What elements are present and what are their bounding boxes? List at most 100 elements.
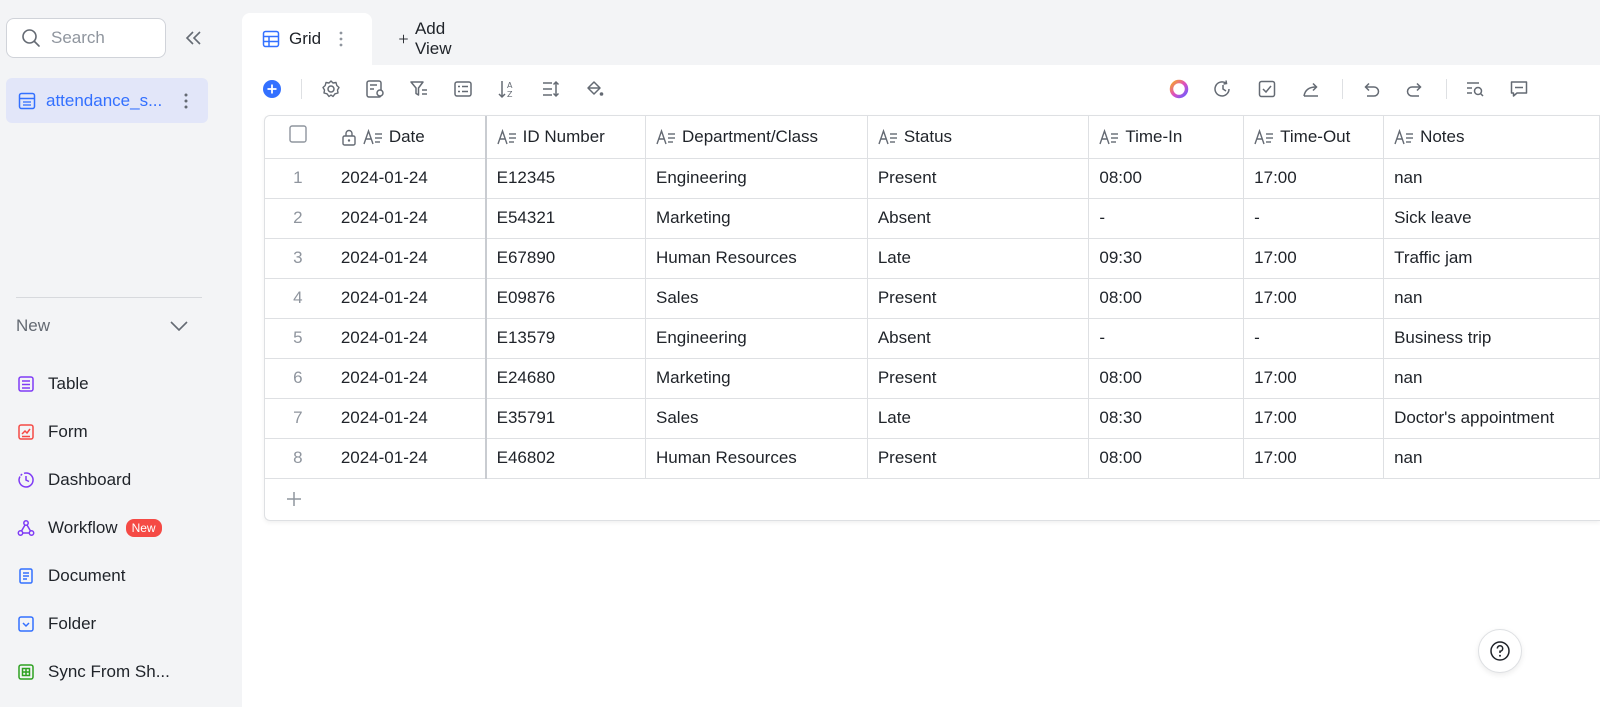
table-cell[interactable]: Traffic jam (1383, 238, 1600, 279)
select-all-checkbox[interactable] (265, 116, 331, 159)
table-cell[interactable]: Absent (867, 198, 1090, 239)
table-cell[interactable]: E46802 (485, 438, 646, 479)
column-header-notes[interactable]: Notes (1383, 116, 1600, 159)
group-button[interactable] (451, 77, 475, 101)
new-item-folder[interactable]: Folder (16, 600, 170, 648)
tab-grid[interactable]: Grid (242, 13, 372, 65)
table-cell[interactable]: Present (867, 438, 1090, 479)
table-cell[interactable]: Engineering (645, 158, 868, 199)
table-cell[interactable]: 2024-01-24 (330, 238, 487, 279)
table-cell[interactable]: E13579 (485, 318, 646, 359)
table-row[interactable]: 8 2024-01-24 E46802 Human Resources Present 0… (265, 438, 1600, 479)
ai-assistant-button[interactable] (1167, 77, 1191, 101)
table-cell[interactable]: Late (867, 238, 1090, 279)
table-cell[interactable]: 17:00 (1243, 398, 1385, 439)
table-row[interactable]: 3 2024-01-24 E67890 Human Resources Late 09:3… (265, 238, 1600, 279)
table-cell[interactable]: 2024-01-24 (330, 398, 487, 439)
new-item-document[interactable]: Document (16, 552, 170, 600)
table-cell[interactable]: 2024-01-24 (330, 278, 487, 319)
table-cell[interactable]: E35791 (485, 398, 646, 439)
table-cell[interactable]: 09:30 (1088, 238, 1245, 279)
column-header-id-number[interactable]: ID Number (485, 116, 646, 159)
table-cell[interactable]: 17:00 (1243, 278, 1385, 319)
table-row[interactable]: 4 2024-01-24 E09876 Sales Present 08:00 17:00 n… (265, 278, 1600, 319)
table-cell[interactable]: Marketing (645, 198, 868, 239)
table-cell[interactable]: 17:00 (1243, 358, 1385, 399)
column-header-date[interactable]: Date (330, 116, 487, 159)
settings-button[interactable] (319, 77, 343, 101)
table-cell[interactable]: 08:00 (1088, 438, 1245, 479)
more-vertical-icon[interactable] (184, 93, 188, 109)
add-view-button[interactable]: Add View (398, 13, 459, 65)
table-cell[interactable]: nan (1383, 438, 1600, 479)
help-button[interactable] (1478, 629, 1522, 673)
column-header-time-in[interactable]: Time-In (1088, 116, 1245, 159)
table-cell[interactable]: Human Resources (645, 238, 868, 279)
sort-button[interactable]: AZ (495, 77, 519, 101)
table-cell[interactable]: 2024-01-24 (330, 318, 487, 359)
table-cell[interactable]: E54321 (485, 198, 646, 239)
table-cell[interactable]: 2024-01-24 (330, 198, 487, 239)
table-cell[interactable]: 08:00 (1088, 278, 1245, 319)
table-cell[interactable]: E67890 (485, 238, 646, 279)
table-cell[interactable]: nan (1383, 358, 1600, 399)
table-row[interactable]: 6 2024-01-24 E24680 Marketing Present 08:00 17… (265, 358, 1600, 399)
add-record-button[interactable] (260, 77, 284, 101)
search-input[interactable]: Search (6, 18, 166, 58)
history-button[interactable] (1211, 77, 1235, 101)
new-item-sync-from-sh[interactable]: Sync From Sh... (16, 648, 170, 696)
table-cell[interactable]: E12345 (485, 158, 646, 199)
table-cell[interactable]: Sales (645, 398, 868, 439)
table-row[interactable]: 2 2024-01-24 E54321 Marketing Absent - - Sick l… (265, 198, 1600, 239)
undo-button[interactable] (1359, 77, 1383, 101)
collapse-sidebar-button[interactable] (182, 26, 206, 50)
new-item-dashboard[interactable]: Dashboard (16, 456, 170, 504)
sidebar-item-attendance-table[interactable]: attendance_s... (6, 78, 208, 123)
table-cell[interactable]: nan (1383, 158, 1600, 199)
table-cell[interactable]: Marketing (645, 358, 868, 399)
search-records-button[interactable] (1463, 77, 1487, 101)
filter-button[interactable] (407, 77, 431, 101)
table-cell[interactable]: 08:00 (1088, 358, 1245, 399)
table-cell[interactable]: E24680 (485, 358, 646, 399)
table-cell[interactable]: 2024-01-24 (330, 438, 487, 479)
table-cell[interactable]: Sick leave (1383, 198, 1600, 239)
table-cell[interactable]: - (1088, 198, 1245, 239)
fill-color-button[interactable] (583, 77, 607, 101)
table-cell[interactable]: Present (867, 278, 1090, 319)
share-button[interactable] (1299, 77, 1323, 101)
table-cell[interactable]: Business trip (1383, 318, 1600, 359)
new-item-form[interactable]: Form (16, 408, 170, 456)
table-cell[interactable]: nan (1383, 278, 1600, 319)
row-height-button[interactable] (539, 77, 563, 101)
table-row[interactable]: 1 2024-01-24 E12345 Engineering Present 08:00… (265, 158, 1600, 199)
column-header-time-out[interactable]: Time-Out (1243, 116, 1385, 159)
table-cell[interactable]: - (1243, 318, 1385, 359)
redo-button[interactable] (1403, 77, 1427, 101)
table-cell[interactable]: - (1243, 198, 1385, 239)
table-cell[interactable]: Human Resources (645, 438, 868, 479)
table-row[interactable]: 5 2024-01-24 E13579 Engineering Absent - - Busi… (265, 318, 1600, 359)
table-cell[interactable]: 17:00 (1243, 438, 1385, 479)
table-row[interactable]: 7 2024-01-24 E35791 Sales Late 08:30 17:00 Doct… (265, 398, 1600, 439)
more-vertical-icon[interactable] (339, 31, 343, 47)
table-cell[interactable]: E09876 (485, 278, 646, 319)
table-cell[interactable]: Late (867, 398, 1090, 439)
table-cell[interactable]: Present (867, 158, 1090, 199)
column-header-status[interactable]: Status (867, 116, 1090, 159)
column-header-department[interactable]: Department/Class (645, 116, 868, 159)
table-cell[interactable]: 2024-01-24 (330, 358, 487, 399)
table-cell[interactable]: 08:00 (1088, 158, 1245, 199)
table-cell[interactable]: 17:00 (1243, 238, 1385, 279)
table-cell[interactable]: Sales (645, 278, 868, 319)
table-cell[interactable]: 17:00 (1243, 158, 1385, 199)
table-cell[interactable]: Absent (867, 318, 1090, 359)
table-cell[interactable]: 08:30 (1088, 398, 1245, 439)
new-section-toggle[interactable]: New (16, 316, 188, 336)
table-cell[interactable]: Doctor's appointment (1383, 398, 1600, 439)
table-cell[interactable]: Engineering (645, 318, 868, 359)
table-cell[interactable]: 2024-01-24 (330, 158, 487, 199)
new-item-table[interactable]: Table (16, 360, 170, 408)
table-cell[interactable]: Present (867, 358, 1090, 399)
checklist-button[interactable] (1255, 77, 1279, 101)
